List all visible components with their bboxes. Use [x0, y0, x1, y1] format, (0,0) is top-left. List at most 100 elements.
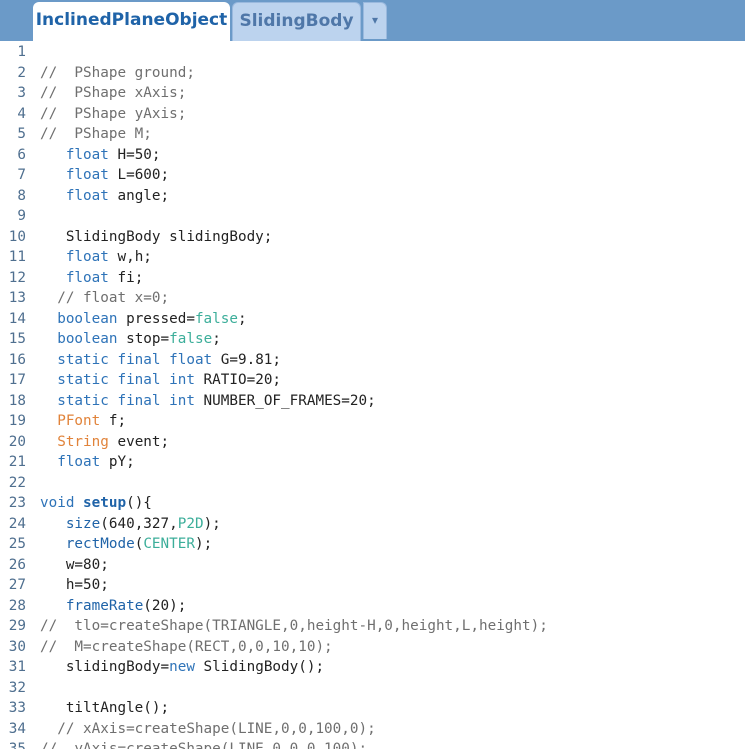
- line-number: 5: [17, 126, 26, 142]
- code-token: String: [57, 433, 109, 450]
- code-line[interactable]: 31 slidingBody=new SlidingBody();: [0, 657, 745, 678]
- code-line[interactable]: 28 frameRate(20);: [0, 596, 745, 617]
- code-line[interactable]: 8 float angle;: [0, 186, 745, 207]
- code-line[interactable]: 21 float pY;: [0, 452, 745, 473]
- code-token: float: [57, 454, 101, 470]
- code-line[interactable]: 16 static final float G=9.81;: [0, 350, 745, 371]
- code-line[interactable]: 1: [0, 42, 745, 63]
- code-line[interactable]: 12 float fi;: [0, 268, 745, 289]
- code-text: float angle;: [40, 186, 169, 207]
- code-token: static final int: [57, 392, 195, 409]
- line-number: 30: [8, 638, 26, 655]
- code-text: slidingBody=new SlidingBody();: [40, 657, 324, 678]
- code-token: new: [169, 659, 195, 675]
- code-line[interactable]: 34 // xAxis=createShape(LINE,0,0,100,0);: [0, 719, 745, 740]
- code-line[interactable]: 14 boolean pressed=false;: [0, 309, 745, 330]
- line-number: 29: [8, 618, 26, 634]
- code-token: // M=createShape(RECT,0,0,10,10);: [40, 638, 333, 655]
- code-token: stop=: [117, 331, 170, 347]
- code-text: String event;: [40, 432, 169, 453]
- code-editor[interactable]: 1 2// PShape ground; 3// PShape xAxis; 4// …: [0, 41, 745, 749]
- code-line[interactable]: 19 PFont f;: [0, 411, 745, 432]
- code-line[interactable]: 26 w=80;: [0, 555, 745, 576]
- tab-sliding-body[interactable]: SlidingBody: [232, 2, 361, 41]
- line-number: 11: [8, 249, 26, 265]
- code-line[interactable]: 3 // PShape xAxis;: [0, 83, 745, 104]
- tab-menu-chevron-down-icon[interactable]: ▾: [363, 2, 387, 39]
- code-line[interactable]: 15 boolean stop=false;: [0, 329, 745, 350]
- line-number: 12: [8, 269, 26, 286]
- code-line[interactable]: 23 void setup(){: [0, 493, 745, 514]
- code-line[interactable]: 6 float H=50;: [0, 145, 745, 166]
- code-line[interactable]: 20 String event;: [0, 432, 745, 453]
- line-number: 18: [8, 392, 26, 409]
- code-text: frameRate(20);: [40, 596, 187, 617]
- code-text: void setup(){: [40, 493, 152, 514]
- code-token: P2D: [177, 515, 204, 532]
- code-line[interactable]: 2 // PShape ground;: [0, 63, 745, 84]
- line-number: 4: [17, 105, 26, 122]
- code-token: f;: [100, 413, 127, 429]
- code-token: // xAxis=createShape(LINE,0,0,100,0);: [40, 720, 376, 737]
- code-line[interactable]: 24 size(640,327,P2D);: [0, 514, 745, 535]
- code-token: false: [194, 310, 238, 327]
- code-line[interactable]: 10 SlidingBody slidingBody;: [0, 227, 745, 248]
- line-number: 19: [8, 413, 26, 429]
- code-line[interactable]: 9: [0, 206, 745, 227]
- code-line[interactable]: 4 // PShape yAxis;: [0, 104, 745, 125]
- code-text: SlidingBody slidingBody;: [40, 227, 273, 248]
- code-line[interactable]: 32: [0, 678, 745, 699]
- code-text: float pY;: [40, 452, 134, 473]
- line-number: 1: [17, 44, 26, 60]
- code-line[interactable]: 27 h=50;: [0, 575, 745, 596]
- line-number: 3: [17, 85, 26, 101]
- tab-inclined-plane-object[interactable]: InclinedPlaneObject: [33, 2, 230, 41]
- code-token: event;: [108, 433, 170, 450]
- code-token: rectMode: [65, 536, 135, 552]
- code-text: float H=50;: [40, 145, 161, 166]
- code-line[interactable]: 35 // yAxis=createShape(LINE,0,0,0,100);: [0, 739, 745, 749]
- code-line[interactable]: 5 // PShape M;: [0, 124, 745, 145]
- line-number: 35: [8, 741, 26, 749]
- code-token: // float x=0;: [40, 290, 170, 306]
- code-line[interactable]: 18 static final int NUMBER_OF_FRAMES=20;: [0, 391, 745, 412]
- code-token: size: [65, 515, 101, 532]
- line-number: 8: [17, 187, 26, 204]
- code-token: slidingBody=: [40, 659, 170, 675]
- code-token: H=50;: [108, 146, 161, 163]
- line-number: 20: [8, 433, 26, 450]
- line-number: 32: [8, 679, 26, 696]
- code-line[interactable]: 22: [0, 473, 745, 494]
- code-line[interactable]: 11 float w,h;: [0, 247, 745, 268]
- code-text: // PShape xAxis;: [40, 83, 186, 104]
- line-number: 10: [8, 228, 26, 245]
- line-number: 34: [8, 720, 26, 737]
- code-line[interactable]: 33 tiltAngle();: [0, 698, 745, 719]
- code-line[interactable]: 7 float L=600;: [0, 165, 745, 186]
- code-text: // yAxis=createShape(LINE,0,0,0,100);: [40, 739, 367, 749]
- code-token: L=600;: [108, 167, 170, 183]
- code-line[interactable]: 25 rectMode(CENTER);: [0, 534, 745, 555]
- code-text: float w,h;: [40, 247, 152, 268]
- code-line[interactable]: 29 // tlo=createShape(TRIANGLE,0,height-H…: [0, 616, 745, 637]
- line-number: 16: [8, 351, 26, 368]
- code-token: false: [169, 331, 213, 347]
- code-line[interactable]: 17 static final int RATIO=20;: [0, 370, 745, 391]
- code-token: angle;: [108, 187, 170, 204]
- line-number: 27: [8, 577, 26, 593]
- code-token: );: [194, 536, 213, 552]
- code-text: // float x=0;: [40, 288, 169, 309]
- code-text: boolean pressed=false;: [40, 309, 246, 330]
- code-token: CENTER: [143, 536, 195, 552]
- code-token: RATIO=20;: [194, 372, 282, 388]
- code-line[interactable]: 30 // M=createShape(RECT,0,0,10,10);: [0, 637, 745, 658]
- code-token: float: [65, 249, 109, 265]
- code-line[interactable]: 13 // float x=0;: [0, 288, 745, 309]
